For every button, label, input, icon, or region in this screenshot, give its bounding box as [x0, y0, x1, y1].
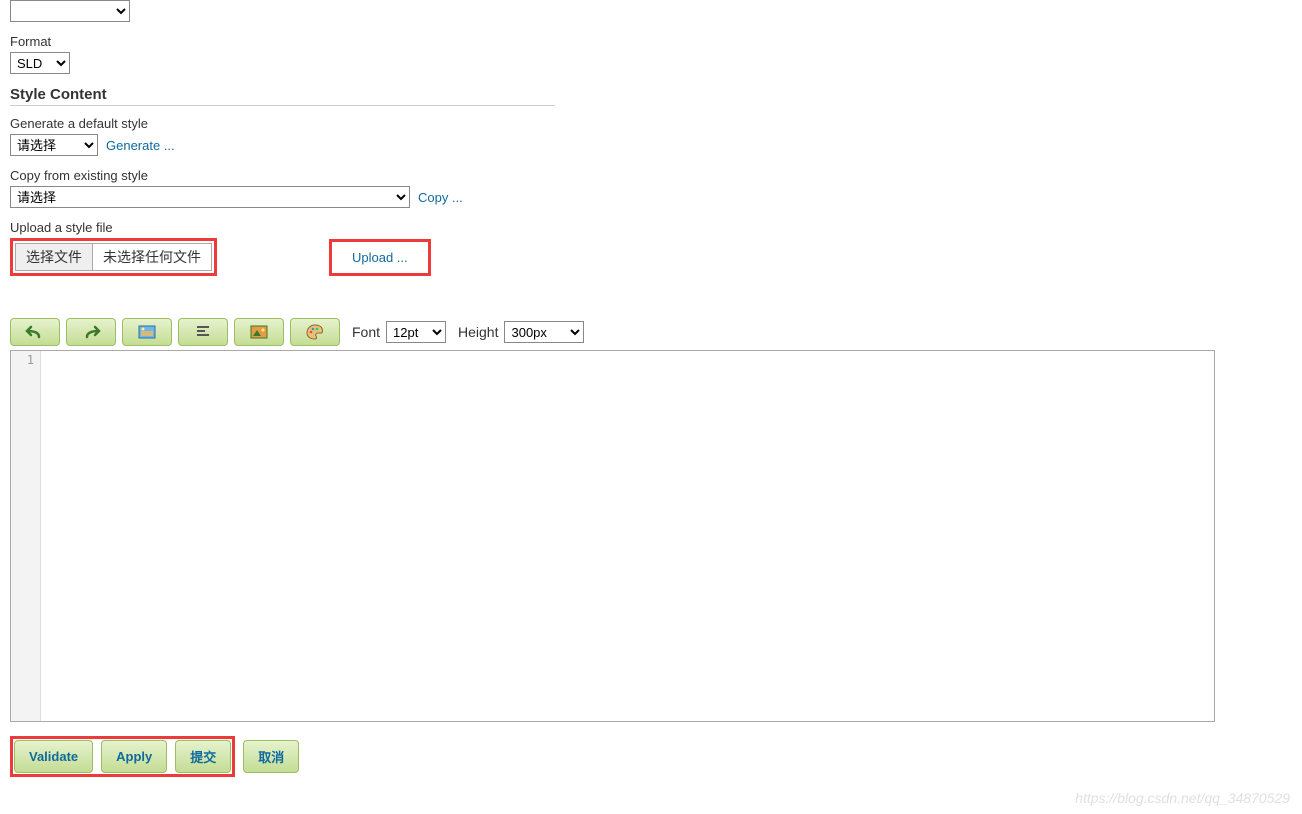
cancel-button[interactable]: 取消 [243, 740, 299, 773]
redo-icon [81, 324, 101, 340]
height-label: Height [458, 324, 498, 340]
generate-select[interactable]: 请选择 [10, 134, 98, 156]
insert-image-button[interactable] [234, 318, 284, 346]
copy-label: Copy from existing style [10, 168, 1292, 183]
copy-select[interactable]: 请选择 [10, 186, 410, 208]
file-chooser-highlight: 选择文件 未选择任何文件 [10, 238, 217, 276]
reformat-icon [195, 325, 211, 339]
apply-button[interactable]: Apply [101, 740, 167, 773]
validate-button[interactable]: Validate [14, 740, 93, 773]
redo-button[interactable] [66, 318, 116, 346]
action-row: Validate Apply 提交 取消 [10, 736, 1292, 777]
color-button[interactable] [290, 318, 340, 346]
height-select[interactable]: 300px [504, 321, 584, 343]
goto-icon [138, 325, 156, 339]
font-label: Font [352, 324, 380, 340]
action-highlight: Validate Apply 提交 [10, 736, 235, 777]
file-status-text: 未选择任何文件 [93, 243, 211, 271]
reformat-button[interactable] [178, 318, 228, 346]
undo-icon [25, 324, 45, 340]
copy-link[interactable]: Copy ... [418, 190, 463, 205]
format-select[interactable]: SLD [10, 52, 70, 74]
choose-file-button[interactable]: 选择文件 [16, 244, 93, 270]
style-content-heading: Style Content [10, 86, 555, 106]
workspace-select[interactable] [10, 0, 130, 22]
undo-button[interactable] [10, 318, 60, 346]
editor-body[interactable] [41, 351, 1214, 721]
generate-label: Generate a default style [10, 116, 1292, 131]
format-label: Format [10, 34, 1292, 49]
line-number: 1 [11, 353, 34, 367]
image-icon [250, 325, 268, 339]
editor-toolbar: Font 12pt Height 300px [10, 318, 1292, 346]
font-select[interactable]: 12pt [386, 321, 446, 343]
submit-button[interactable]: 提交 [175, 740, 231, 773]
generate-link[interactable]: Generate ... [106, 138, 175, 153]
editor-gutter: 1 [11, 351, 41, 721]
upload-label: Upload a style file [10, 220, 1292, 235]
file-chooser[interactable]: 选择文件 未选择任何文件 [15, 243, 212, 271]
palette-icon [306, 324, 324, 340]
upload-link[interactable]: Upload ... [352, 250, 408, 265]
watermark-text: https://blog.csdn.net/qq_34870529 [1075, 790, 1290, 806]
goto-button[interactable] [122, 318, 172, 346]
style-editor[interactable]: 1 [10, 350, 1215, 722]
upload-link-highlight: Upload ... [329, 239, 431, 276]
